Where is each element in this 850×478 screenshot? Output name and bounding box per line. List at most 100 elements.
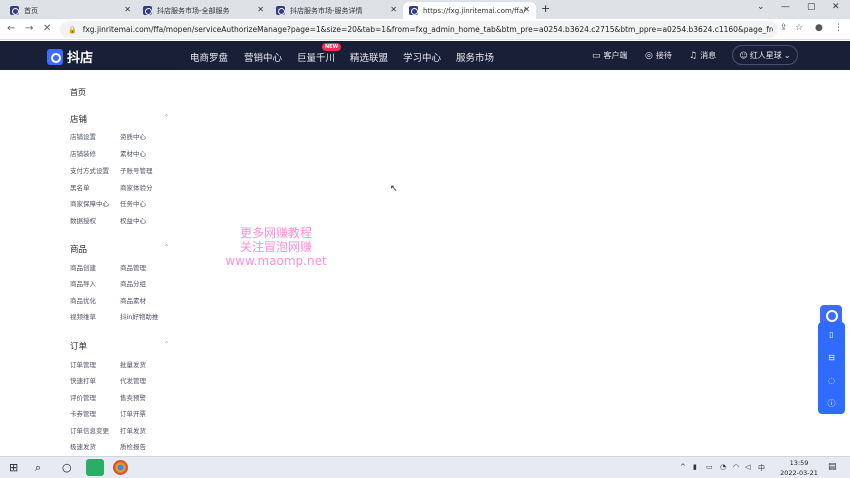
sidebar-item[interactable]: 支付方式设置: [70, 165, 109, 175]
minimize-button[interactable]: —: [781, 2, 790, 12]
volume-icon[interactable]: ◁: [745, 463, 750, 471]
watermark: 更多网赚教程 关注冒泡网赚 www.maomp.net: [220, 226, 332, 268]
nav-reception[interactable]: ◎ 接待: [645, 50, 672, 61]
sidebar: 首页 店铺 ^ 店铺设置 资质中心 店铺装修 素材中心 支付方式设置 子账号管理…: [47, 70, 182, 456]
taskbar-clock[interactable]: 13:59 2022-03-21: [779, 458, 819, 478]
info-icon[interactable]: ⓘ: [818, 398, 845, 409]
close-icon[interactable]: ✕: [390, 5, 397, 14]
douyin-shop-favicon-icon: [276, 6, 285, 15]
sidebar-item[interactable]: 打单发货: [120, 425, 146, 435]
sidebar-item[interactable]: 代发管理: [120, 375, 146, 385]
address-bar[interactable]: 🔒 fxg.jinritemai.com/ffa/mopen/serviceAu…: [60, 21, 778, 38]
user-menu-button[interactable]: ☺ 红人星球 ⌄: [732, 45, 798, 65]
wechat-app-icon[interactable]: [86, 459, 104, 476]
sidebar-item[interactable]: 商品导入: [70, 278, 96, 288]
chrome-app-icon[interactable]: [113, 460, 128, 475]
browser-tab-all-services[interactable]: 抖店服务市场-全部服务 ✕: [137, 2, 270, 19]
tab-search-chevron-icon[interactable]: ⌄: [757, 2, 765, 12]
douyin-shop-logo-icon: [47, 48, 63, 65]
sidebar-item[interactable]: 商品创建: [70, 262, 96, 272]
wifi-icon: ◠: [733, 463, 740, 471]
url-text: fxg.jinritemai.com/ffa/mopen/serviceAuth…: [82, 25, 773, 34]
sidebar-section-shop[interactable]: 店铺: [70, 113, 87, 125]
nav-learning[interactable]: 学习中心: [403, 50, 441, 64]
sidebar-item[interactable]: 批量发货: [120, 359, 146, 369]
sidebar-item[interactable]: 评价管理: [70, 392, 96, 402]
browser-tab-service-detail[interactable]: 抖店服务市场-服务详情 ✕: [270, 2, 403, 19]
sidebar-item[interactable]: 资质中心: [120, 131, 146, 141]
sidebar-item[interactable]: 商家保障中心: [70, 198, 109, 208]
maximize-button[interactable]: ▢: [807, 2, 816, 12]
profile-icon[interactable]: ●: [815, 23, 823, 33]
input-method-icon[interactable]: 中: [758, 463, 765, 473]
sidebar-item[interactable]: 权益中心: [120, 215, 146, 225]
nav-service-market[interactable]: 服务市场: [456, 50, 494, 64]
network-icon: ◔: [720, 463, 727, 471]
nav-marketing[interactable]: 营销中心: [244, 50, 282, 64]
sidebar-item[interactable]: 质检报告: [120, 441, 146, 451]
sidebar-item[interactable]: 订单信息变更: [70, 425, 109, 435]
notification-icon[interactable]: ▤: [828, 462, 837, 472]
chevron-up-icon[interactable]: ^: [164, 114, 169, 121]
watermark-line: www.maomp.net: [225, 254, 327, 268]
stop-loading-icon[interactable]: ✕: [43, 23, 51, 34]
sidebar-home[interactable]: 首页: [70, 87, 86, 98]
sidebar-item[interactable]: 极速发货: [70, 441, 96, 451]
sidebar-item[interactable]: 快速打单: [70, 375, 96, 385]
sidebar-item[interactable]: 卡券管理: [70, 408, 96, 418]
share-icon[interactable]: ⇪: [780, 23, 788, 33]
browser-tab-active[interactable]: https://fxg.jinritemai.com/ffa/ ✕: [403, 2, 536, 19]
headset-icon: ◎: [645, 50, 653, 61]
nav-qianchuan[interactable]: 巨量千川: [297, 50, 335, 64]
sidebar-item[interactable]: 素材中心: [120, 148, 146, 158]
windows-start-icon[interactable]: ⊞: [9, 461, 18, 474]
chevron-up-icon[interactable]: ^: [164, 244, 169, 251]
bookmark-star-icon[interactable]: ☆: [795, 23, 803, 33]
forward-arrow-icon[interactable]: →: [25, 23, 33, 34]
sidebar-item[interactable]: 订单开票: [120, 408, 146, 418]
inbox-icon[interactable]: ⊟: [818, 353, 845, 362]
client-label: 客户端: [603, 51, 628, 60]
back-arrow-icon[interactable]: ←: [7, 23, 15, 34]
sidebar-item[interactable]: 黑名单: [70, 182, 90, 192]
clock-date: 2022-03-21: [780, 469, 818, 477]
sidebar-item[interactable]: 商品素材: [120, 295, 146, 305]
menu-dots-icon[interactable]: ⋮: [834, 23, 843, 33]
close-icon[interactable]: ✕: [257, 5, 264, 14]
nav-messages[interactable]: ♫ 消息: [689, 50, 716, 61]
close-icon[interactable]: ✕: [523, 5, 530, 14]
new-tab-button[interactable]: +: [541, 2, 550, 15]
sidebar-item[interactable]: 商品优化: [70, 295, 96, 305]
watermark-line: 关注冒泡网赚: [239, 240, 312, 254]
sidebar-item[interactable]: 商品分组: [120, 278, 146, 288]
sidebar-item[interactable]: 抖in好物助推: [120, 311, 158, 321]
sidebar-item[interactable]: 店铺设置: [70, 131, 96, 141]
nav-alliance[interactable]: 精选联盟: [350, 50, 388, 64]
sidebar-item[interactable]: 商家体验分: [120, 182, 153, 192]
browser-tab-home[interactable]: 首页 ✕: [4, 2, 137, 19]
close-icon[interactable]: ✕: [124, 5, 131, 14]
headset-support-icon[interactable]: ◌: [818, 376, 845, 385]
sidebar-item[interactable]: 店铺装修: [70, 148, 96, 158]
sidebar-item[interactable]: 视频维草: [70, 311, 96, 321]
sidebar-section-order[interactable]: 订单: [70, 340, 87, 352]
nav-compass[interactable]: 电商罗盘: [190, 50, 228, 64]
close-window-button[interactable]: ✕: [832, 2, 840, 12]
lock-icon: 🔒: [68, 25, 77, 34]
search-icon[interactable]: ⌕: [35, 461, 41, 475]
nav-client[interactable]: ▭ 客户端: [592, 50, 628, 61]
mouse-pointer-icon: ↖: [390, 184, 398, 194]
sidebar-item[interactable]: 数据授权: [70, 215, 96, 225]
sidebar-item[interactable]: 订单管理: [70, 359, 96, 369]
chevron-up-icon[interactable]: ^: [164, 341, 169, 348]
windows-taskbar: ⊞ ⌕ ○ ^ ▮ ▭ ◔ ◠ ◁ 中 13:59 2022-03-21 ▤: [0, 456, 850, 478]
book-icon[interactable]: ▯: [818, 330, 845, 339]
sidebar-item[interactable]: 任务中心: [120, 198, 146, 208]
sidebar-item[interactable]: 商品管理: [120, 262, 146, 272]
task-view-icon[interactable]: ○: [62, 461, 72, 474]
sidebar-item[interactable]: 子账号管理: [120, 165, 153, 175]
sidebar-section-product[interactable]: 商品: [70, 243, 87, 255]
sidebar-item[interactable]: 售卖预警: [120, 392, 146, 402]
douyin-shop-logo[interactable]: 抖店: [47, 47, 93, 66]
chevron-up-icon[interactable]: ^: [680, 463, 686, 471]
